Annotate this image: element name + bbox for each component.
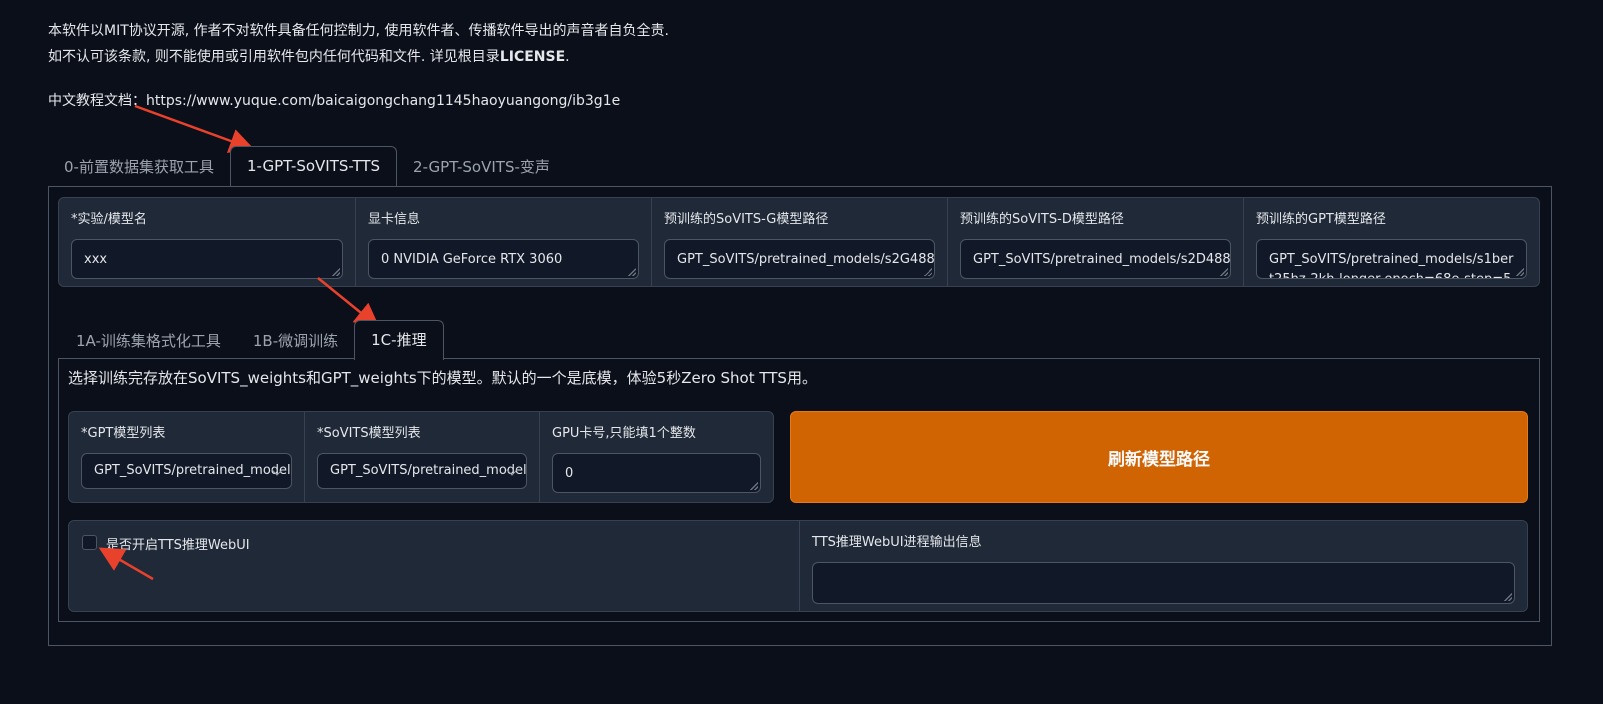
resize-handle-icon[interactable] [332,268,340,276]
tab-dataset-tools[interactable]: 0-前置数据集获取工具 [48,148,230,186]
exp-name-label: *实验/模型名 [71,212,147,227]
gpu-info-cell: 显卡信息 0 NVIDIA GeForce RTX 3060 [356,198,652,286]
sovits-g-label: 预训练的SoVITS-G模型路径 [664,212,829,227]
gpu-id-cell: GPU卡号,只能填1个整数 0 [540,412,773,502]
gpu-id-input[interactable]: 0 [552,453,761,493]
sovits-d-input[interactable]: GPT_SoVITS/pretrained_models/s2D488k.pth [960,239,1231,279]
license-label: LICENSE [499,49,566,65]
gpt-list-cell: *GPT模型列表 GPT_SoVITS/pretrained_models/s1… [69,412,305,502]
sovits-list-cell: *SoVITS模型列表 GPT_SoVITS/pretrained_models… [305,412,540,502]
main-tab-bar: 0-前置数据集获取工具 1-GPT-SoVITS-TTS 2-GPT-SoVIT… [48,146,566,186]
resize-handle-icon[interactable] [1516,268,1524,276]
webui-output-box[interactable] [812,562,1515,604]
refresh-model-paths-button[interactable]: 刷新模型路径 [790,411,1528,503]
sovits-g-input[interactable]: GPT_SoVITS/pretrained_models/s2G488k.pth [664,239,935,279]
model-select-row: *GPT模型列表 GPT_SoVITS/pretrained_models/s1… [68,411,774,503]
resize-handle-icon[interactable] [1504,593,1512,601]
sovits-d-label: 预训练的SoVITS-D模型路径 [960,212,1124,227]
tutorial-doc-link[interactable]: https://www.yuque.com/baicaigongchang114… [146,93,620,109]
sovits-d-cell: 预训练的SoVITS-D模型路径 GPT_SoVITS/pretrained_m… [948,198,1244,286]
resize-handle-icon[interactable] [628,268,636,276]
gpt-label: 预训练的GPT模型路径 [1256,212,1386,227]
gpu-info-label: 显卡信息 [368,212,421,227]
sovits-list-dropdown[interactable]: GPT_SoVITS/pretrained_models/s2G488k.pth [317,453,527,489]
tutorial-doc-line: 中文教程文档：https://www.yuque.com/baicaigongc… [48,90,620,110]
gpt-input[interactable]: GPT_SoVITS/pretrained_models/s1bert25hz-… [1256,239,1527,279]
webui-output-cell: TTS推理WebUI进程输出信息 [800,521,1527,611]
license-notice-line1: 本软件以MIT协议开源, 作者不对软件具备任何控制力, 使用软件者、传播软件导出… [48,23,670,39]
gpu-id-label: GPU卡号,只能填1个整数 [552,426,696,441]
exp-name-input[interactable]: xxx [71,239,343,279]
gpu-info-input[interactable]: 0 NVIDIA GeForce RTX 3060 [368,239,639,279]
resize-handle-icon[interactable] [750,482,758,490]
sovits-list-label: *SoVITS模型列表 [317,426,421,441]
license-notice: 本软件以MIT协议开源, 作者不对软件具备任何控制力, 使用软件者、传播软件导出… [48,18,669,70]
tab-finetune[interactable]: 1B-微调训练 [237,322,354,360]
gpt-list-dropdown[interactable]: GPT_SoVITS/pretrained_models/s1bert25hz-… [81,453,292,489]
gpt-cell: 预训练的GPT模型路径 GPT_SoVITS/pretrained_models… [1244,198,1539,286]
exp-name-cell: *实验/模型名 xxx [59,198,356,286]
tab-dataset-format[interactable]: 1A-训练集格式化工具 [60,322,237,360]
inference-description: 选择训练完存放在SoVITS_weights和GPT_weights下的模型。默… [68,369,817,387]
config-row: *实验/模型名 xxx 显卡信息 0 NVIDIA GeForce RTX 30… [58,197,1540,287]
tab-inference[interactable]: 1C-推理 [354,320,444,360]
tutorial-doc-label: 中文教程文档： [48,93,146,109]
gpt-list-label: *GPT模型列表 [81,426,166,441]
webui-row: 是否开启TTS推理WebUI TTS推理WebUI进程输出信息 [68,520,1528,612]
webui-checkbox-cell: 是否开启TTS推理WebUI [69,521,800,611]
webui-output-label: TTS推理WebUI进程输出信息 [812,535,982,550]
webui-checkbox-label[interactable]: 是否开启TTS推理WebUI [106,534,250,553]
tab-gpt-sovits-voice-change[interactable]: 2-GPT-SoVITS-变声 [397,148,566,186]
resize-handle-icon[interactable] [1220,268,1228,276]
license-notice-line2: 如不认可该条款, 则不能使用或引用软件包内任何代码和文件. 详见根目录LICEN… [48,49,570,65]
arrow-to-tts-tab [134,104,255,153]
sovits-g-cell: 预训练的SoVITS-G模型路径 GPT_SoVITS/pretrained_m… [652,198,948,286]
webui-checkbox[interactable] [82,535,97,550]
resize-handle-icon[interactable] [924,268,932,276]
tab-gpt-sovits-tts[interactable]: 1-GPT-SoVITS-TTS [229,146,398,186]
sub-tab-bar: 1A-训练集格式化工具 1B-微调训练 1C-推理 [60,320,444,360]
